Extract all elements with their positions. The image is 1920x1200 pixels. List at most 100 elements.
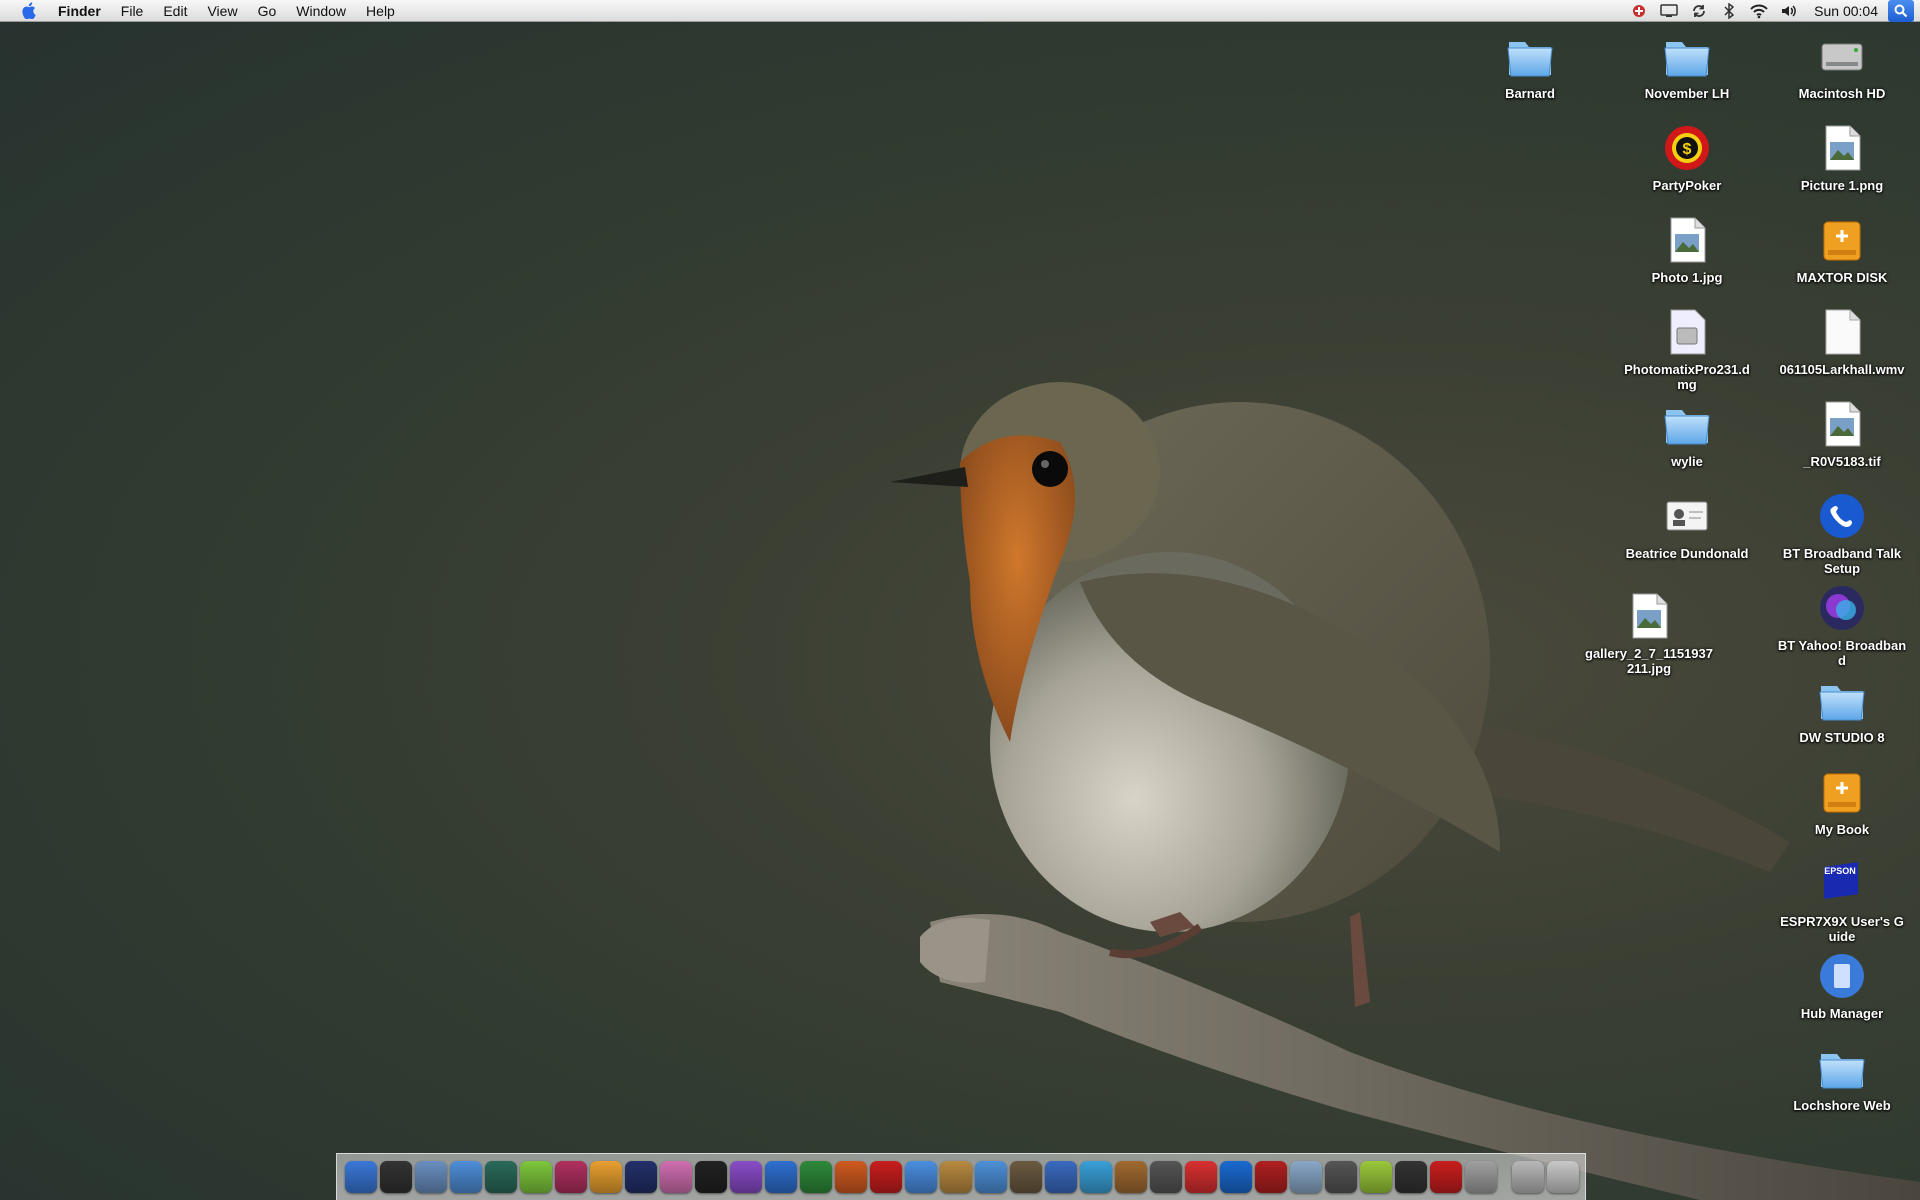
desktop-icon-label: BT Broadband Talk Setup (1782, 546, 1902, 576)
desktop-icon-label: wylie (1671, 454, 1703, 469)
disk-image-icon (1661, 306, 1713, 358)
desktop-icon[interactable]: $ PartyPoker (1622, 122, 1752, 193)
onenote-icon[interactable] (729, 1161, 762, 1193)
downloads-icon[interactable] (1511, 1161, 1544, 1193)
word-icon[interactable] (764, 1161, 797, 1193)
iphoto-icon[interactable] (589, 1161, 622, 1193)
png-file-icon (1816, 122, 1868, 174)
bt-yahoo-icon (1816, 582, 1868, 634)
folder-icon (1661, 398, 1713, 450)
powerpoint-icon[interactable] (834, 1161, 867, 1193)
address-book-icon[interactable] (939, 1161, 972, 1193)
partypoker-dock-icon[interactable] (1429, 1161, 1462, 1193)
trash-icon[interactable] (1546, 1161, 1579, 1193)
desktop-icon[interactable]: MAXTOR DISK (1777, 214, 1907, 285)
desktop-icon-label: Lochshore Web (1793, 1098, 1891, 1113)
monitor-icon[interactable] (1394, 1161, 1427, 1193)
ical-icon[interactable] (1184, 1161, 1217, 1193)
menu-view[interactable]: View (197, 0, 247, 22)
volume-icon[interactable] (1778, 0, 1800, 22)
spotlight-button[interactable] (1888, 0, 1914, 22)
itunes-d-icon[interactable] (519, 1161, 552, 1193)
desktop-icon[interactable]: wylie (1622, 398, 1752, 469)
desktop-icon[interactable]: EPSON ESPR7X9X User's Guide (1777, 858, 1907, 944)
package-icon[interactable] (1289, 1161, 1322, 1193)
desktop-icon[interactable]: Beatrice Dundonald (1622, 490, 1752, 561)
desktop-icon[interactable]: gallery_2_7_1151937211.jpg (1584, 590, 1714, 676)
wifi-icon[interactable] (1748, 0, 1770, 22)
desktop-icon[interactable]: Lochshore Web (1777, 1042, 1907, 1113)
safari-icon[interactable] (449, 1161, 482, 1193)
butterfly-icon[interactable] (659, 1161, 692, 1193)
dashboard-icon[interactable] (379, 1161, 412, 1193)
sync-icon[interactable] (1688, 0, 1710, 22)
pen-icon[interactable] (554, 1161, 587, 1193)
desktop-icon[interactable]: DW STUDIO 8 (1777, 674, 1907, 745)
imovie-star-icon[interactable] (624, 1161, 657, 1193)
blank-document-icon (1816, 306, 1868, 358)
itunes-icon[interactable] (974, 1161, 1007, 1193)
mail-icon[interactable] (414, 1161, 447, 1193)
desktop-icon-label: Hub Manager (1800, 1006, 1884, 1021)
terminal-dash-icon[interactable] (1324, 1161, 1357, 1193)
desktop-icon[interactable]: My Book (1777, 766, 1907, 837)
hub-manager-icon (1816, 950, 1868, 1002)
menu-edit[interactable]: Edit (153, 0, 197, 22)
folder-icon (1504, 30, 1556, 82)
desktop-icon[interactable]: PhotomatixPro231.dmg (1622, 306, 1752, 392)
acrobat-icon[interactable] (869, 1161, 902, 1193)
iweb-icon[interactable] (1079, 1161, 1112, 1193)
finder-icon[interactable] (344, 1161, 377, 1193)
desktop-icon[interactable]: Hub Manager (1777, 950, 1907, 1021)
desktop-icon[interactable]: BT Broadband Talk Setup (1777, 490, 1907, 576)
menu-help[interactable]: Help (356, 0, 405, 22)
external-disk-icon (1816, 766, 1868, 818)
apple-app-icon[interactable] (1464, 1161, 1497, 1193)
desktop-icon[interactable]: November LH (1622, 30, 1752, 101)
desktop-icon-label: PartyPoker (1652, 178, 1722, 193)
desktop-icon-label: Macintosh HD (1798, 86, 1886, 101)
apple-menu[interactable] (16, 0, 40, 22)
desktop-icon[interactable]: _R0V5183.tif (1777, 398, 1907, 469)
desktop-icon-label: gallery_2_7_1151937211.jpg (1585, 646, 1713, 676)
clapperboard-icon[interactable] (1044, 1161, 1077, 1193)
camera-icon[interactable] (694, 1161, 727, 1193)
desktop-icon[interactable]: Photo 1.jpg (1622, 214, 1752, 285)
phone-app-icon (1816, 490, 1868, 542)
ichat-icon[interactable] (904, 1161, 937, 1193)
svg-text:EPSON: EPSON (1824, 866, 1856, 876)
desktop-icon[interactable]: BT Yahoo! Broadband (1777, 582, 1907, 668)
menu-app-finder[interactable]: Finder (40, 0, 111, 22)
green-app-icon[interactable] (1359, 1161, 1392, 1193)
apple-logo-icon (21, 2, 36, 19)
excel-icon[interactable] (799, 1161, 832, 1193)
desktop-icon[interactable]: Picture 1.png (1777, 122, 1907, 193)
desktop-icon[interactable]: 061105Larkhall.wmv (1777, 306, 1907, 377)
preview-icon[interactable] (1009, 1161, 1042, 1193)
desktop-icon-label: 061105Larkhall.wmv (1779, 362, 1905, 377)
desktop-icon[interactable]: Barnard (1465, 30, 1595, 101)
photo-booth-icon[interactable] (1149, 1161, 1182, 1193)
tif-file-icon (1816, 398, 1868, 450)
menu-window[interactable]: Window (286, 0, 356, 22)
menu-go[interactable]: Go (248, 0, 287, 22)
desktop-icon-label: MAXTOR DISK (1796, 270, 1888, 285)
hard-disk-icon (1816, 30, 1868, 82)
garageband-icon[interactable] (1114, 1161, 1147, 1193)
photo-app-icon[interactable] (1254, 1161, 1287, 1193)
desktop-icon-label: DW STUDIO 8 (1799, 730, 1885, 745)
desktop-icon[interactable]: Macintosh HD (1777, 30, 1907, 101)
desktop-icon-label: Picture 1.png (1800, 178, 1884, 193)
folder-icon (1816, 674, 1868, 726)
display-icon[interactable] (1658, 0, 1680, 22)
quicktime-icon[interactable] (1219, 1161, 1252, 1193)
bluetooth-icon[interactable] (1718, 0, 1740, 22)
dashboard-status-icon[interactable] (1628, 0, 1650, 22)
external-disk-icon (1816, 214, 1868, 266)
desktop-icon-label: _R0V5183.tif (1803, 454, 1881, 469)
jpeg-file-icon (1661, 214, 1713, 266)
dreamweaver-icon[interactable] (484, 1161, 517, 1193)
desktop-icon-label: November LH (1644, 86, 1730, 101)
menu-clock[interactable]: Sun 00:04 (1804, 3, 1888, 19)
menu-file[interactable]: File (111, 0, 154, 22)
